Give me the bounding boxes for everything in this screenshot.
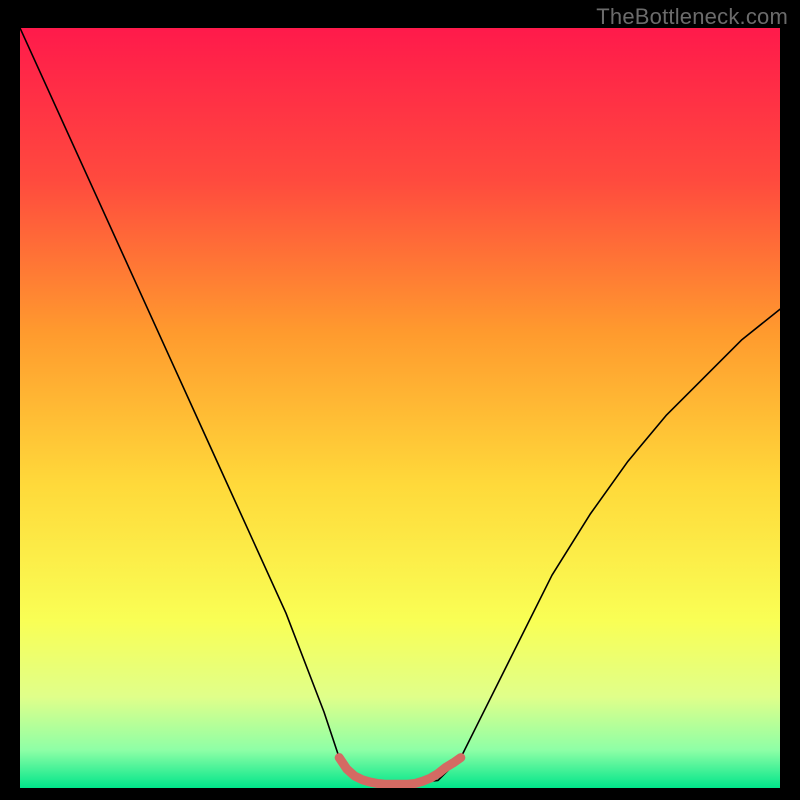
chart-frame: TheBottleneck.com [0,0,800,800]
plot-area [20,28,780,788]
chart-svg [20,28,780,788]
watermark-text: TheBottleneck.com [596,4,788,30]
gradient-background [20,28,780,788]
